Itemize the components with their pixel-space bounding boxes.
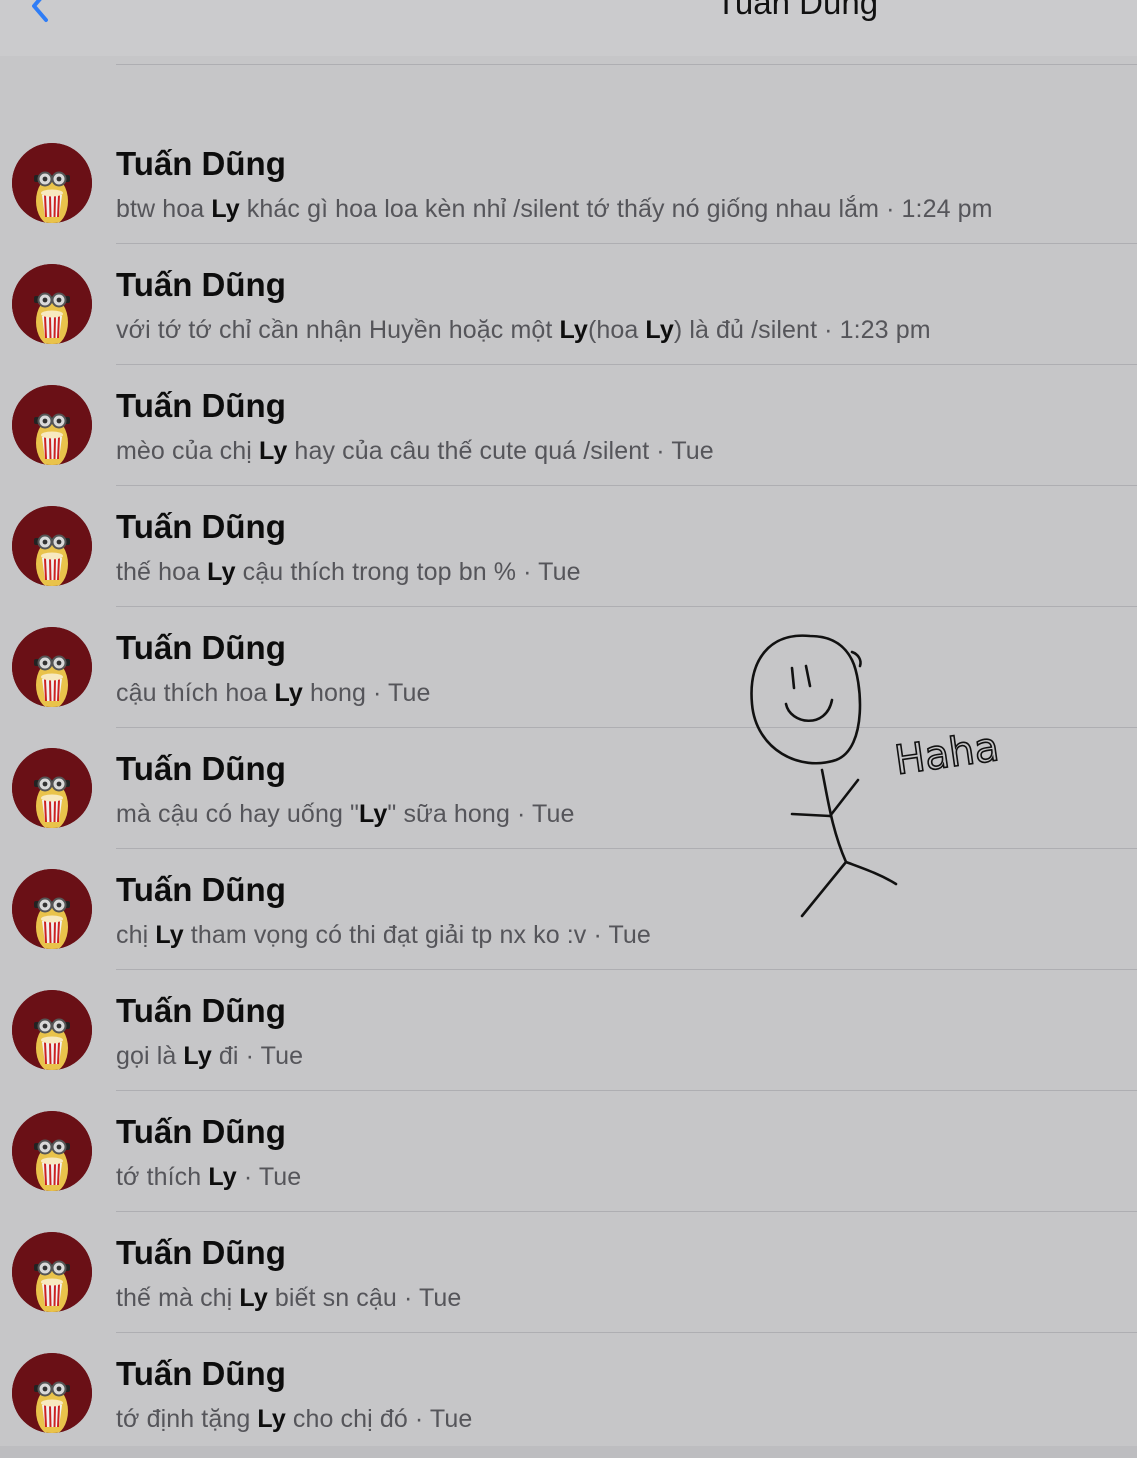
preview-text: ) là đủ /silent · 1:23 pm <box>673 316 931 344</box>
message-preview: thế mà chị Ly biết sn cậu · Tue <box>116 1284 461 1313</box>
minion-icon <box>12 627 92 707</box>
list-item[interactable]: Tuấn Dũng tớ thích Ly · Tue <box>0 1091 1137 1212</box>
preview-text: khác gì hoa loa kèn nhỉ /silent tớ thấy … <box>239 195 993 223</box>
minion-icon <box>12 1353 92 1433</box>
minion-icon <box>12 506 92 586</box>
list-item[interactable]: Tuấn Dũng mèo của chị Ly hay của câu thế … <box>0 365 1137 486</box>
divider <box>116 64 1137 65</box>
list-item[interactable]: Tuấn Dũng với tớ tớ chỉ cần nhận Huyền ho… <box>0 244 1137 365</box>
highlighted-match: Ly <box>211 195 240 223</box>
preview-text: thế hoa <box>116 558 208 586</box>
preview-text: đi · Tue <box>211 1042 304 1070</box>
preview-text: " sữa hong · Tue <box>387 800 575 828</box>
minion-icon <box>12 385 92 465</box>
avatar <box>12 1353 92 1433</box>
bottom-edge <box>0 1446 1137 1458</box>
sender-name: Tuấn Dũng <box>116 1113 286 1150</box>
minion-icon <box>12 748 92 828</box>
list-item[interactable]: Tuấn Dũng cậu thích hoa Ly hong · Tue <box>0 607 1137 728</box>
sender-name: Tuấn Dũng <box>116 1234 286 1271</box>
preview-text: cậu thích trong top bn % · Tue <box>235 558 581 586</box>
list-item[interactable]: Tuấn Dũng tớ định tặng Ly cho chị đó · Tu… <box>0 1333 1137 1454</box>
list-item[interactable]: Tuấn Dũng chị Ly tham vọng có thi đạt giả… <box>0 849 1137 970</box>
sender-name: Tuấn Dũng <box>116 145 286 182</box>
avatar <box>12 990 92 1070</box>
preview-text: tham vọng có thi đạt giải tp nx ko :v · … <box>183 921 651 949</box>
message-preview: tớ định tặng Ly cho chị đó · Tue <box>116 1405 472 1434</box>
sender-name: Tuấn Dũng <box>116 387 286 424</box>
preview-text: btw hoa <box>116 195 212 223</box>
list-item[interactable]: Tuấn Dũng mà cậu có hay uống "Ly" sữa hon… <box>0 728 1137 849</box>
sender-name: Tuấn Dũng <box>116 750 286 787</box>
sender-name: Tuấn Dũng <box>116 1355 286 1392</box>
search-results-list: Ly đẹp hơn nhỉ · 1:27 pm Tuấn Dũngbtw ho… <box>0 0 1137 1458</box>
preview-text: mà cậu có hay uống " <box>116 800 359 828</box>
preview-text: mèo của chị <box>116 437 259 465</box>
avatar <box>12 385 92 465</box>
highlighted-match: Ly <box>208 1163 237 1191</box>
sender-name: Tuấn Dũng <box>116 992 286 1029</box>
preview-text: hay của câu thế cute quá /silent · Tue <box>287 437 714 465</box>
minion-icon <box>12 1232 92 1312</box>
preview-text: gọi là <box>116 1042 184 1070</box>
avatar <box>12 1111 92 1191</box>
list-item[interactable]: Tuấn Dũng gọi là Ly đi · Tue <box>0 970 1137 1091</box>
highlighted-match: Ly <box>207 558 236 586</box>
highlighted-match: Ly <box>183 1042 212 1070</box>
list-item[interactable]: Tuấn Dũng btw hoa Ly khác gì hoa loa kèn … <box>0 123 1137 244</box>
avatar <box>12 264 92 344</box>
highlighted-match: Ly <box>257 1405 286 1433</box>
message-preview: mèo của chị Ly hay của câu thế cute quá … <box>116 437 714 466</box>
preview-text: hong · Tue <box>302 679 431 707</box>
list-item[interactable]: Tuấn Dũng thế mà chị Ly biết sn cậu · Tue <box>0 1212 1137 1333</box>
preview-text: chị <box>116 921 156 949</box>
avatar <box>12 1232 92 1312</box>
minion-icon <box>12 869 92 949</box>
preview-text: thế mà chị <box>116 1284 240 1312</box>
highlighted-match: Ly <box>155 921 184 949</box>
preview-text: cho chị đó · Tue <box>285 1405 473 1433</box>
chevron-left-icon[interactable] <box>22 0 62 26</box>
highlighted-match: Ly <box>559 316 588 344</box>
sender-name: Tuấn Dũng <box>116 871 286 908</box>
message-preview: btw hoa Ly khác gì hoa loa kèn nhỉ /sile… <box>116 195 993 224</box>
message-preview: cậu thích hoa Ly hong · Tue <box>116 679 431 708</box>
highlighted-match: Ly <box>258 437 288 465</box>
sender-name: Tuấn Dũng <box>116 629 286 666</box>
highlighted-match: Ly <box>358 800 388 828</box>
avatar <box>12 627 92 707</box>
highlighted-match: Ly <box>274 679 303 707</box>
page-title: Tuấn Dũng <box>716 0 879 21</box>
preview-text: tớ thích <box>116 1163 209 1191</box>
minion-icon <box>12 143 92 223</box>
preview-text: với tớ tớ chỉ cần nhận Huyền hoặc một <box>116 316 560 344</box>
avatar <box>12 143 92 223</box>
minion-icon <box>12 264 92 344</box>
minion-icon <box>12 990 92 1070</box>
message-preview: tớ thích Ly · Tue <box>116 1163 301 1192</box>
preview-text: (hoa <box>587 316 646 344</box>
highlighted-match: Ly <box>239 1284 268 1312</box>
message-preview: mà cậu có hay uống "Ly" sữa hong · Tue <box>116 800 574 829</box>
message-preview: với tớ tớ chỉ cần nhận Huyền hoặc một Ly… <box>116 316 931 345</box>
message-preview: chị Ly tham vọng có thi đạt giải tp nx k… <box>116 921 651 950</box>
preview-text: · Tue <box>236 1163 302 1191</box>
avatar <box>12 506 92 586</box>
preview-text: biết sn cậu · Tue <box>267 1284 462 1312</box>
sender-name: Tuấn Dũng <box>116 508 286 545</box>
preview-text: tớ định tặng <box>116 1405 258 1433</box>
avatar <box>12 869 92 949</box>
highlighted-match: Ly <box>645 316 674 344</box>
message-preview: thế hoa Ly cậu thích trong top bn % · Tu… <box>116 558 581 587</box>
minion-icon <box>12 1111 92 1191</box>
list-item[interactable]: Tuấn Dũng thế hoa Ly cậu thích trong top … <box>0 486 1137 607</box>
navigation-header: Tuấn Dũng <box>0 0 1137 56</box>
preview-text: cậu thích hoa <box>116 679 275 707</box>
sender-name: Tuấn Dũng <box>116 266 286 303</box>
message-preview: gọi là Ly đi · Tue <box>116 1042 303 1071</box>
avatar <box>12 748 92 828</box>
